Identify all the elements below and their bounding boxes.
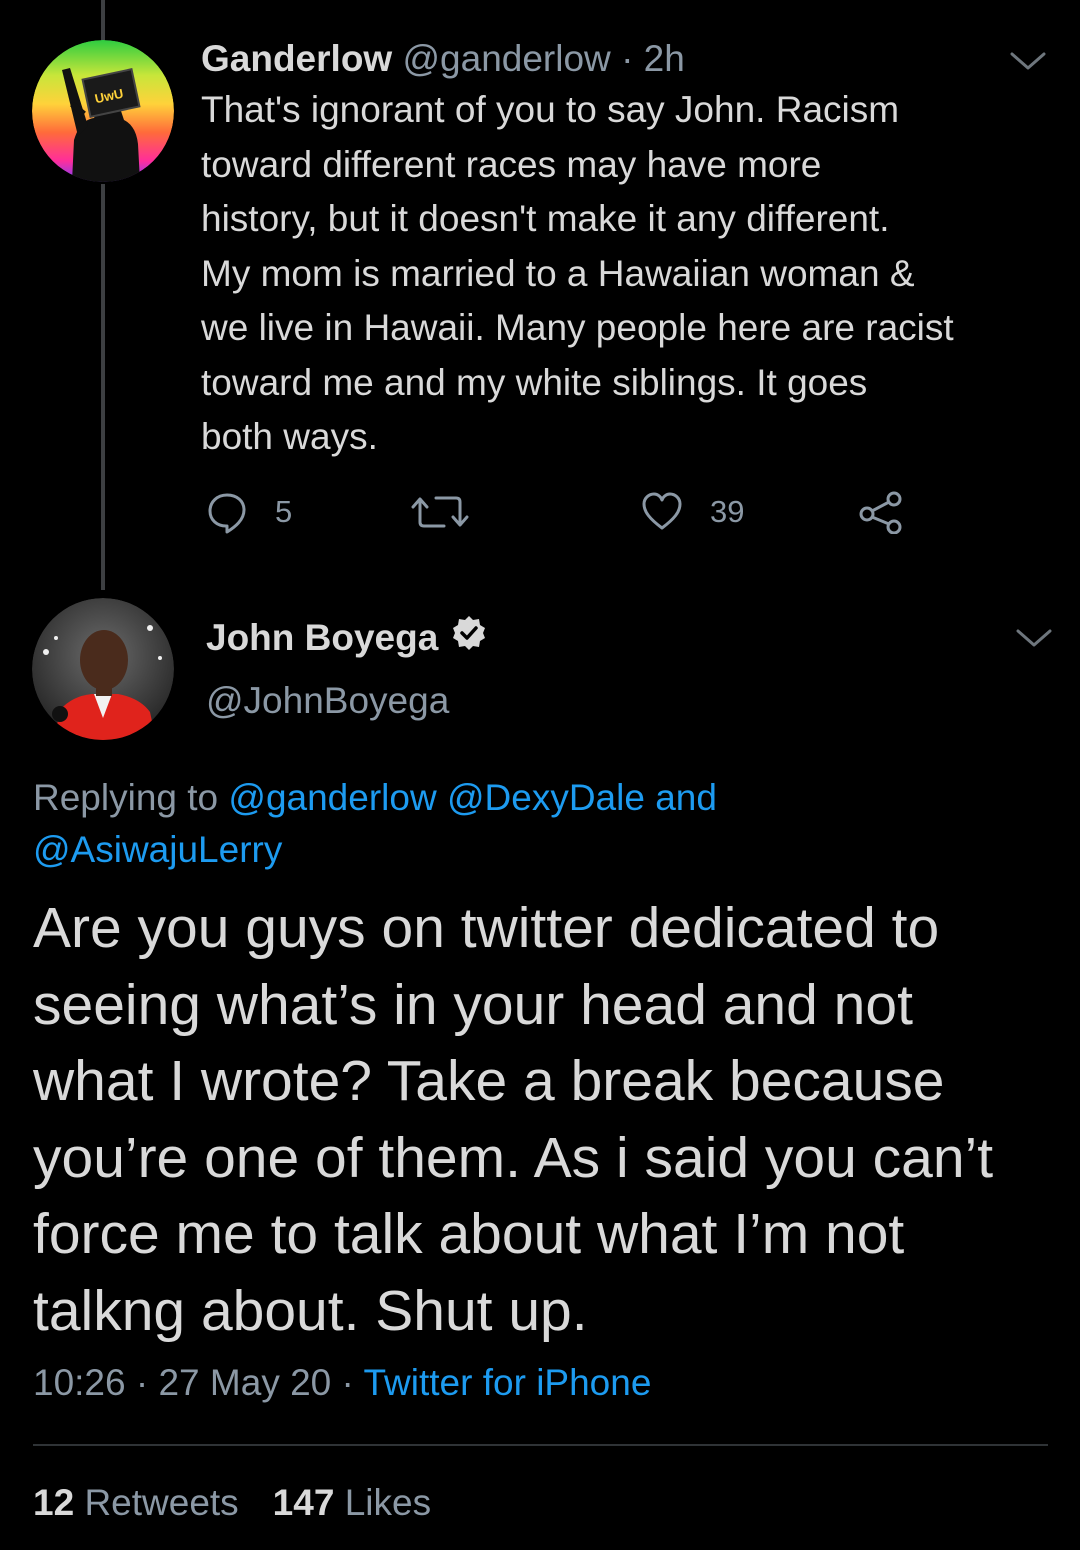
comment-icon (208, 493, 246, 534)
text-line: force me to talk about what I’m not (33, 1202, 905, 1266)
rainbow-avatar-icon[interactable]: UwU (32, 40, 174, 182)
share-button[interactable] (858, 490, 904, 534)
share-icon (859, 491, 902, 534)
like-count: 39 (710, 494, 745, 529)
text-line: history, but it doesn't make it any diff… (201, 198, 890, 239)
text-line: toward different races may have more (201, 143, 822, 185)
tweet-time[interactable]: 2h (644, 38, 685, 79)
text-line: That's ignorant of you to say John. Raci… (201, 89, 900, 130)
text-line: what I wrote? Take a break because (33, 1049, 945, 1113)
separator-dot: · (135, 1362, 149, 1403)
reply-tweet-header: Ganderlow @ganderlow · 2h (201, 36, 1061, 82)
text-line: Are you guys on twitter dedicated to (33, 896, 940, 960)
author-name[interactable]: John Boyega (206, 617, 438, 659)
retweet-button[interactable] (410, 490, 470, 534)
author-name[interactable]: Ganderlow (201, 38, 392, 79)
author-handle[interactable]: @JohnBoyega (206, 680, 449, 722)
thread-connector-top (101, 0, 105, 42)
text-line: talkng about. Shut up. (33, 1278, 588, 1343)
separator-dot: · (341, 1362, 354, 1403)
reply-mention-link[interactable]: @AsiwajuLerry (33, 829, 282, 870)
chevron-down-icon[interactable] (1008, 50, 1048, 74)
likes-count: 147 (272, 1482, 335, 1523)
divider (33, 1444, 1048, 1446)
verified-badge-icon (450, 614, 488, 661)
text-line: My mom is married to a Hawaiian woman & (201, 252, 915, 294)
retweets-count: 12 (33, 1482, 75, 1523)
retweet-icon (411, 496, 469, 528)
author-name-row: John Boyega (206, 614, 488, 661)
heart-icon (642, 492, 682, 530)
replying-to: Replying to @ganderlow @DexyDale and @As… (33, 772, 1043, 876)
tweet-source-link[interactable]: Twitter for iPhone (364, 1362, 652, 1403)
reply-tweet-text: That's ignorant of you to say John. Raci… (201, 83, 1051, 465)
chevron-down-icon[interactable] (1014, 627, 1054, 651)
replying-prefix: Replying to (33, 777, 229, 818)
tweet-meta: 10:26 · 27 May 20 · Twitter for iPhone (33, 1362, 651, 1404)
text-line: you’re one of them. As i said you can’t (33, 1125, 994, 1190)
separator-dot: · (621, 38, 634, 79)
text-line: both ways. (201, 416, 378, 457)
reply-button[interactable]: 5 (205, 490, 292, 534)
reply-tweet-actions: 5 39 (0, 490, 1080, 540)
reply-mentions-link[interactable]: @ganderlow @DexyDale and (228, 777, 717, 818)
main-tweet-text: Are you guys on twitter dedicated to see… (33, 890, 1063, 1349)
tweet-stats: 12 Retweets 147 Likes (33, 1482, 431, 1524)
retweets-stat[interactable]: 12 Retweets (33, 1482, 239, 1523)
author-handle[interactable]: @ganderlow (402, 38, 610, 79)
reply-tweet: Ganderlow @ganderlow · 2h That's ignoran… (201, 36, 1061, 465)
retweets-label: Retweets (84, 1482, 239, 1523)
reply-count: 5 (275, 494, 293, 529)
likes-label: Likes (344, 1482, 432, 1523)
tweet-time[interactable]: 10:26 (33, 1362, 126, 1403)
avatar[interactable] (32, 598, 174, 740)
text-line: seeing what’s in your head and not (33, 972, 913, 1037)
tweet-date[interactable]: 27 May 20 (158, 1362, 331, 1403)
likes-stat[interactable]: 147 Likes (273, 1482, 431, 1523)
text-line: we live in Hawaii. Many people here are … (201, 307, 954, 348)
text-line: toward me and my white siblings. It goes (201, 361, 868, 403)
like-button[interactable]: 39 (640, 490, 744, 534)
